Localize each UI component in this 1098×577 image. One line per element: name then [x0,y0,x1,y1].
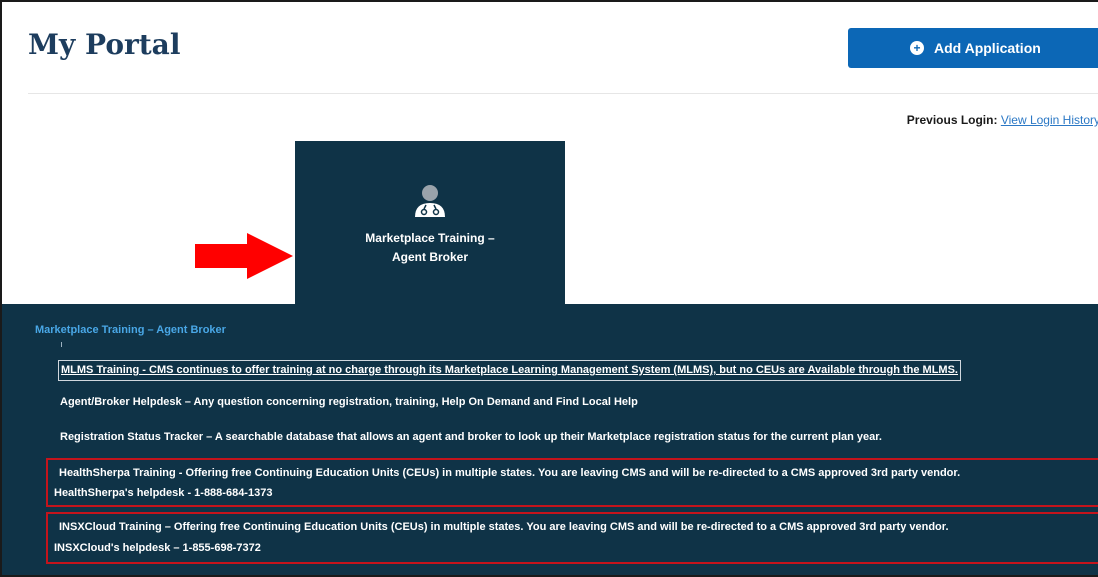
insxcloud-helpdesk: INSXCloud's helpdesk – 1-855-698-7372 [54,542,261,554]
panel-title: Marketplace Training – Agent Broker [35,324,226,336]
insxcloud-highlight: INSXCloud Training – Offering free Conti… [46,512,1098,564]
user-agent-icon [415,185,445,217]
page-title: My Portal [28,28,181,61]
tile-label-line1: Marketplace Training – [365,231,495,245]
panel-tick [61,342,62,347]
healthsherpa-highlight: HealthSherpa Training - Offering free Co… [46,458,1098,507]
add-application-label: Add Application [934,40,1041,56]
healthsherpa-helpdesk: HealthSherpa's helpdesk - 1-888-684-1373 [54,487,273,499]
tile-label-line2: Agent Broker [391,250,468,264]
add-application-button[interactable]: + Add Application [848,28,1098,68]
header: My Portal + Add Application [2,2,1098,94]
insxcloud-training-link[interactable]: INSXCloud Training – Offering free Conti… [59,521,949,533]
mlms-training-link[interactable]: MLMS Training - CMS continues to offer t… [58,360,961,381]
plus-circle-icon: + [910,41,924,55]
marketplace-training-tile[interactable]: Marketplace Training – Agent Broker [295,141,565,311]
header-divider [28,93,1098,94]
red-arrow-icon [195,233,293,279]
previous-login-label: Previous Login: [906,113,998,127]
tile-label: Marketplace Training – Agent Broker [295,229,565,267]
healthsherpa-training-link[interactable]: HealthSherpa Training - Offering free Co… [59,467,960,479]
portal-frame: My Portal + Add Application Previous Log… [0,0,1098,577]
registration-status-tracker-link[interactable]: Registration Status Tracker – A searchab… [60,431,882,443]
training-links-panel: Marketplace Training – Agent Broker MLMS… [2,304,1098,575]
previous-login: Previous Login: View Login History [907,113,1098,127]
view-login-history-link[interactable]: View Login History [1001,113,1098,127]
agent-broker-helpdesk-link[interactable]: Agent/Broker Helpdesk – Any question con… [60,396,638,408]
